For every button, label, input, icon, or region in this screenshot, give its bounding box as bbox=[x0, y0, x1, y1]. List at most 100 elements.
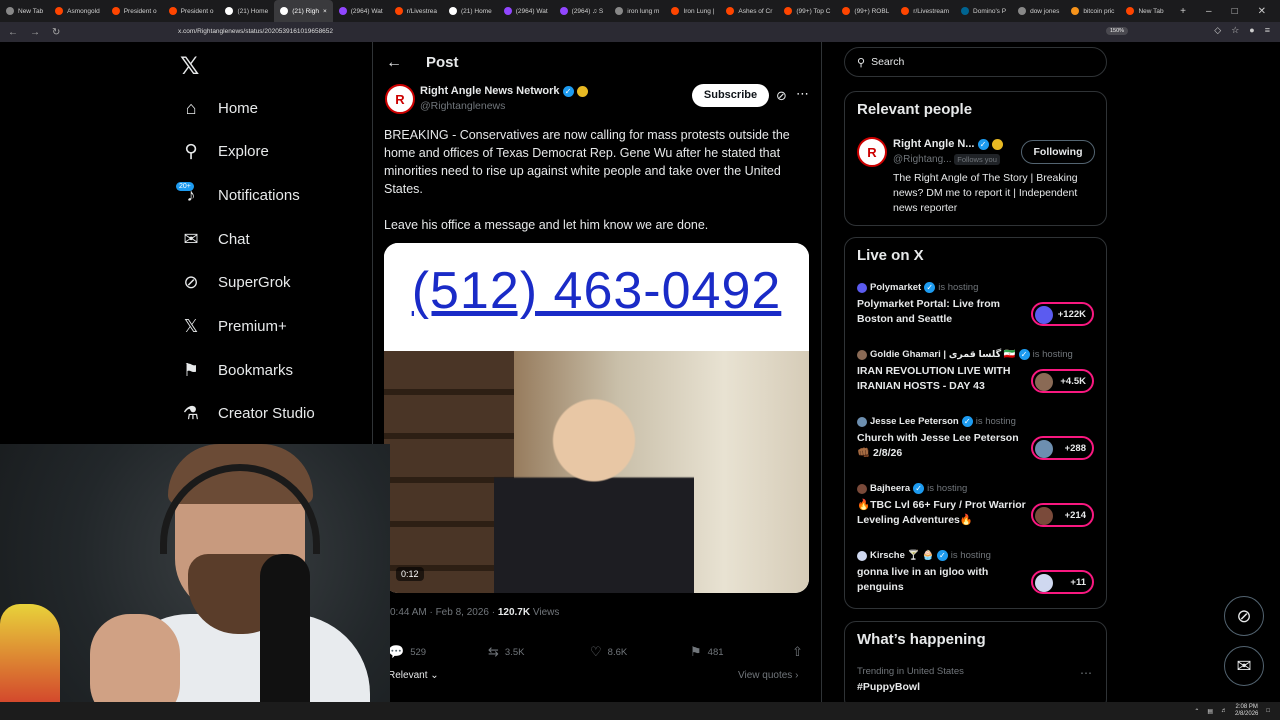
menu-icon[interactable]: ≡ bbox=[1265, 25, 1270, 36]
browser-tab[interactable]: New Tab bbox=[0, 0, 49, 22]
sidebar-item-premium[interactable]: 𝕏 Premium+ bbox=[180, 312, 287, 342]
search-input[interactable]: Search bbox=[871, 56, 904, 68]
back-icon[interactable]: ← bbox=[8, 27, 18, 38]
browser-tab[interactable]: r/Livestrea bbox=[389, 0, 443, 22]
grok-icon[interactable]: ⊘ bbox=[776, 88, 787, 104]
tab-label: (99+) ROBL bbox=[854, 7, 890, 15]
profile-icon[interactable]: ● bbox=[1249, 25, 1254, 36]
person-name-row[interactable]: Right Angle N... ✓ bbox=[893, 138, 1003, 150]
share-button[interactable]: ⇧ bbox=[792, 644, 803, 660]
sidebar-item-creator-studio[interactable]: ⚗ Creator Studio bbox=[180, 399, 315, 429]
live-listeners-badge[interactable]: +11 bbox=[1031, 570, 1094, 594]
close-window-button[interactable]: ✕ bbox=[1258, 6, 1266, 17]
person-avatar[interactable]: R bbox=[857, 137, 887, 167]
tab-favicon-icon bbox=[6, 7, 14, 15]
reload-icon[interactable]: ↻ bbox=[52, 27, 60, 38]
tab-favicon-icon bbox=[111, 7, 120, 15]
author-name-row[interactable]: Right Angle News Network ✓ bbox=[420, 85, 588, 97]
following-button[interactable]: Following bbox=[1021, 140, 1095, 164]
grok-fab-icon[interactable]: ⊘ bbox=[1224, 596, 1264, 636]
page-title: Post bbox=[426, 54, 459, 71]
sidebar-item-explore[interactable]: ⚲ Explore bbox=[180, 137, 268, 167]
author-avatar[interactable]: R bbox=[385, 84, 415, 114]
live-item[interactable]: Polymarket ✓ is hosting Polymarket Portal: … bbox=[857, 282, 1102, 327]
sidebar-item-supergrok[interactable]: ⊘ SuperGrok bbox=[180, 268, 290, 298]
browser-tab[interactable]: Asmongold bbox=[49, 0, 106, 22]
maximize-button[interactable]: □ bbox=[1232, 6, 1238, 17]
browser-tab[interactable]: President o bbox=[106, 0, 163, 22]
person-name[interactable]: Right Angle N... bbox=[893, 138, 974, 150]
view-quotes-link[interactable]: View quotes › bbox=[738, 670, 798, 681]
repost-button[interactable]: ⇆ 3.5K bbox=[488, 644, 524, 660]
live-listeners-badge[interactable]: +288 bbox=[1031, 436, 1094, 460]
tab-favicon-icon bbox=[168, 7, 177, 15]
live-listeners-badge[interactable]: +122K bbox=[1031, 302, 1094, 326]
browser-tab[interactable]: (99+) Top C bbox=[778, 0, 836, 22]
browser-tab[interactable]: bitcoin pric bbox=[1065, 0, 1120, 22]
notification-center-icon[interactable]: □ bbox=[1266, 708, 1270, 714]
close-tab-icon[interactable]: × bbox=[323, 8, 327, 15]
tray-chevron-icon[interactable]: ⌃ bbox=[1194, 708, 1199, 715]
url-field[interactable]: x.com/Rightanglenews/status/202053916101… bbox=[178, 22, 333, 42]
sidebar-item-chat[interactable]: ✉ Chat bbox=[180, 224, 249, 254]
search-box[interactable]: ⚲ Search bbox=[844, 47, 1107, 77]
live-item[interactable]: Goldie Ghamari | گلسا قمری 🇮🇷 ✓ is hosting… bbox=[857, 349, 1102, 394]
sidebar-item-notifications[interactable]: ♪ Notifications bbox=[180, 180, 300, 210]
author-name[interactable]: Right Angle News Network bbox=[420, 85, 560, 97]
bookmark-count: 481 bbox=[707, 646, 724, 658]
reply-button[interactable]: 💬 529 bbox=[388, 644, 426, 660]
live-listeners-badge[interactable]: +4.5K bbox=[1031, 369, 1094, 393]
browser-tab[interactable]: (99+) ROBL bbox=[836, 0, 895, 22]
extensions-icon[interactable]: ◇ bbox=[1214, 25, 1221, 36]
messages-fab-icon[interactable]: ✉ bbox=[1224, 646, 1264, 686]
network-icon[interactable]: ▤ bbox=[1207, 708, 1213, 715]
browser-tab[interactable]: President o bbox=[163, 0, 220, 22]
author-handle[interactable]: @Rightanglenews bbox=[420, 100, 505, 112]
listener-avatar bbox=[1035, 373, 1053, 391]
sidebar-item-bookmarks[interactable]: ⚑ Bookmarks bbox=[180, 355, 293, 385]
more-icon[interactable]: ⋯ bbox=[796, 86, 809, 102]
minimize-button[interactable]: – bbox=[1206, 6, 1212, 17]
bookmark-star-icon[interactable]: ☆ bbox=[1231, 25, 1239, 36]
browser-tab[interactable]: (21) Home bbox=[443, 0, 498, 22]
subscribe-button[interactable]: Subscribe bbox=[692, 84, 769, 107]
browser-tab[interactable]: (2964) Wat bbox=[498, 0, 554, 22]
video-player[interactable]: 0:12 bbox=[384, 351, 809, 593]
sidebar-item-home[interactable]: ⌂ Home bbox=[180, 93, 258, 123]
browser-tab[interactable]: (2964) Wat bbox=[333, 0, 389, 22]
trend-more-icon[interactable]: ⋯ bbox=[1080, 666, 1092, 680]
live-title: Church with Jesse Lee Peterson 👊🏾 2/8/26 bbox=[857, 432, 1019, 459]
browser-tab[interactable]: Iron Lung | bbox=[665, 0, 720, 22]
live-item[interactable]: Jesse Lee Peterson ✓ is hosting Church with… bbox=[857, 416, 1102, 461]
browser-tab[interactable]: (2964) ♫ S bbox=[554, 0, 610, 22]
sort-dropdown[interactable]: Relevant ⌄ bbox=[388, 670, 439, 681]
zoom-indicator[interactable]: 150% bbox=[1106, 27, 1129, 35]
browser-tab[interactable]: (21) Righ × bbox=[274, 0, 333, 22]
browser-tab[interactable]: Domino's P bbox=[955, 0, 1012, 22]
person-handle[interactable]: @Rightang... bbox=[893, 154, 952, 165]
x-logo-icon[interactable]: 𝕏 bbox=[180, 52, 199, 81]
sort-label: Relevant bbox=[388, 670, 428, 681]
live-listeners-badge[interactable]: +214 bbox=[1031, 503, 1094, 527]
trend-name[interactable]: #PuppyBowl bbox=[857, 681, 920, 693]
affiliate-badge-icon bbox=[991, 138, 1003, 150]
browser-tab[interactable]: iron lung m bbox=[609, 0, 665, 22]
tab-label: (2964) Wat bbox=[350, 7, 383, 15]
like-button[interactable]: ♡ 8.6K bbox=[590, 644, 627, 660]
browser-tab[interactable]: (21) Home bbox=[219, 0, 274, 22]
post-media[interactable]: (512) 463-0492 0:12 bbox=[384, 243, 809, 593]
bookmark-button[interactable]: ⚑ 481 bbox=[690, 644, 724, 660]
browser-tab[interactable]: Ashes of Cr bbox=[720, 0, 778, 22]
browser-tab[interactable]: New Tab bbox=[1120, 0, 1169, 22]
browser-tab[interactable]: r/Livestream bbox=[895, 0, 955, 22]
live-item[interactable]: Kirsche 🍸 🧁 ✓ is hosting gonna live in an i… bbox=[857, 550, 1102, 595]
new-tab-button[interactable]: + bbox=[1180, 6, 1186, 17]
volume-icon[interactable]: ♬ bbox=[1221, 708, 1227, 714]
browser-tab[interactable]: dow jones bbox=[1012, 0, 1065, 22]
forward-icon[interactable]: → bbox=[30, 27, 40, 38]
clock[interactable]: 2:08 PM 2/8/2026 bbox=[1235, 704, 1258, 718]
live-item[interactable]: Bajheera ✓ is hosting 🔥TBC Lvl 66+ Fury / P… bbox=[857, 483, 1102, 528]
post-text: BREAKING - Conservatives are now calling… bbox=[384, 126, 809, 234]
post-timestamp[interactable]: 0:44 AM · Feb 8, 2026 · bbox=[390, 607, 495, 618]
back-arrow-icon[interactable]: ← bbox=[386, 54, 402, 72]
